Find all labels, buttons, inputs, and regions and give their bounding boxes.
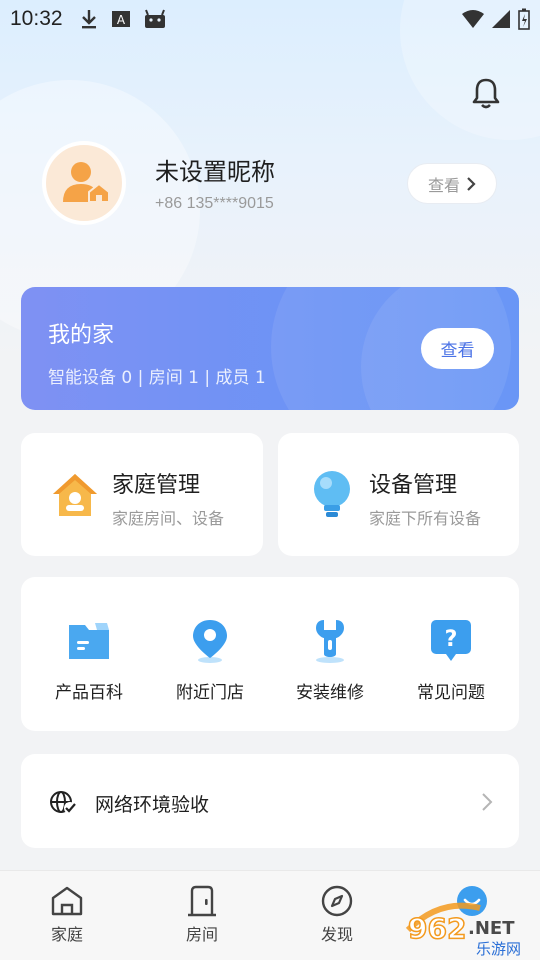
home-tab-icon [51, 886, 83, 916]
svg-text:?: ? [445, 627, 458, 652]
network-check-label: 网络环境验收 [95, 794, 210, 816]
location-pin-icon [193, 620, 227, 663]
services-card: 产品百科 附近门店 安装维修 ? 常见问题 [21, 577, 519, 731]
watermark-logo: 962 .NET 乐游网 [400, 900, 540, 960]
watermark-sub-text: 乐游网 [476, 940, 521, 958]
battery-icon [518, 8, 530, 30]
service-label: 安装维修 [296, 683, 364, 703]
profile-phone: +86 135****9015 [155, 195, 274, 212]
status-time: 10:32 [10, 7, 63, 30]
tab-room[interactable]: 房间 [167, 885, 237, 945]
folder-icon [69, 623, 109, 659]
font-a-icon: A [111, 11, 130, 27]
profile-view-label: 查看 [427, 175, 460, 195]
svg-text:A: A [116, 13, 125, 27]
compass-tab-icon [321, 885, 353, 917]
question-chat-icon: ? [431, 620, 471, 661]
home-card-stats: 智能设备 0 | 房间 1 | 成员 1 [48, 368, 266, 388]
tab-label: 房间 [185, 925, 218, 944]
android-icon [144, 9, 165, 28]
status-bar: 10:32 A [0, 0, 540, 38]
avatar[interactable] [42, 141, 126, 225]
globe-check-icon [50, 791, 76, 814]
tab-label: 家庭 [50, 925, 83, 944]
device-management-card[interactable]: 设备管理 家庭下所有设备 [278, 433, 519, 556]
service-nearby-stores[interactable]: 附近门店 [155, 617, 265, 703]
service-label: 附近门店 [176, 683, 244, 703]
network-check-row[interactable]: 网络环境验收 [21, 754, 519, 848]
notification-bell-icon[interactable] [470, 76, 502, 110]
my-home-card[interactable]: 我的家 智能设备 0 | 房间 1 | 成员 1 查看 [21, 287, 519, 410]
home-card-title: 我的家 [48, 323, 115, 348]
service-installation-repair[interactable]: 安装维修 [275, 617, 385, 703]
svg-text:962: 962 [408, 912, 466, 945]
family-management-subtitle: 家庭房间、设备 [112, 509, 225, 528]
device-management-subtitle: 家庭下所有设备 [369, 509, 482, 528]
service-faq[interactable]: ? 常见问题 [396, 617, 506, 703]
door-tab-icon [188, 885, 216, 917]
family-management-title: 家庭管理 [112, 473, 201, 498]
home-card-view-button[interactable]: 查看 [421, 328, 494, 369]
service-product-encyclopedia[interactable]: 产品百科 [34, 617, 144, 703]
service-label: 产品百科 [55, 683, 123, 703]
user-home-icon [63, 162, 109, 203]
house-icon [53, 474, 97, 516]
tab-discover[interactable]: 发现 [302, 885, 372, 945]
chevron-right-icon [467, 176, 476, 191]
download-icon [81, 10, 96, 29]
tab-home[interactable]: 家庭 [32, 885, 102, 945]
tab-label: 发现 [320, 925, 353, 944]
chevron-right-icon [482, 793, 493, 811]
wrench-icon [316, 620, 344, 663]
wifi-icon [462, 10, 484, 28]
bulb-icon [314, 471, 350, 517]
service-label: 常见问题 [417, 683, 485, 703]
profile-nickname: 未设置昵称 [155, 158, 275, 186]
family-management-card[interactable]: 家庭管理 家庭房间、设备 [21, 433, 263, 556]
signal-icon [492, 10, 510, 28]
profile-view-button[interactable]: 查看 [407, 163, 497, 204]
watermark-net-text: .NET [468, 918, 515, 939]
device-management-title: 设备管理 [369, 473, 458, 498]
